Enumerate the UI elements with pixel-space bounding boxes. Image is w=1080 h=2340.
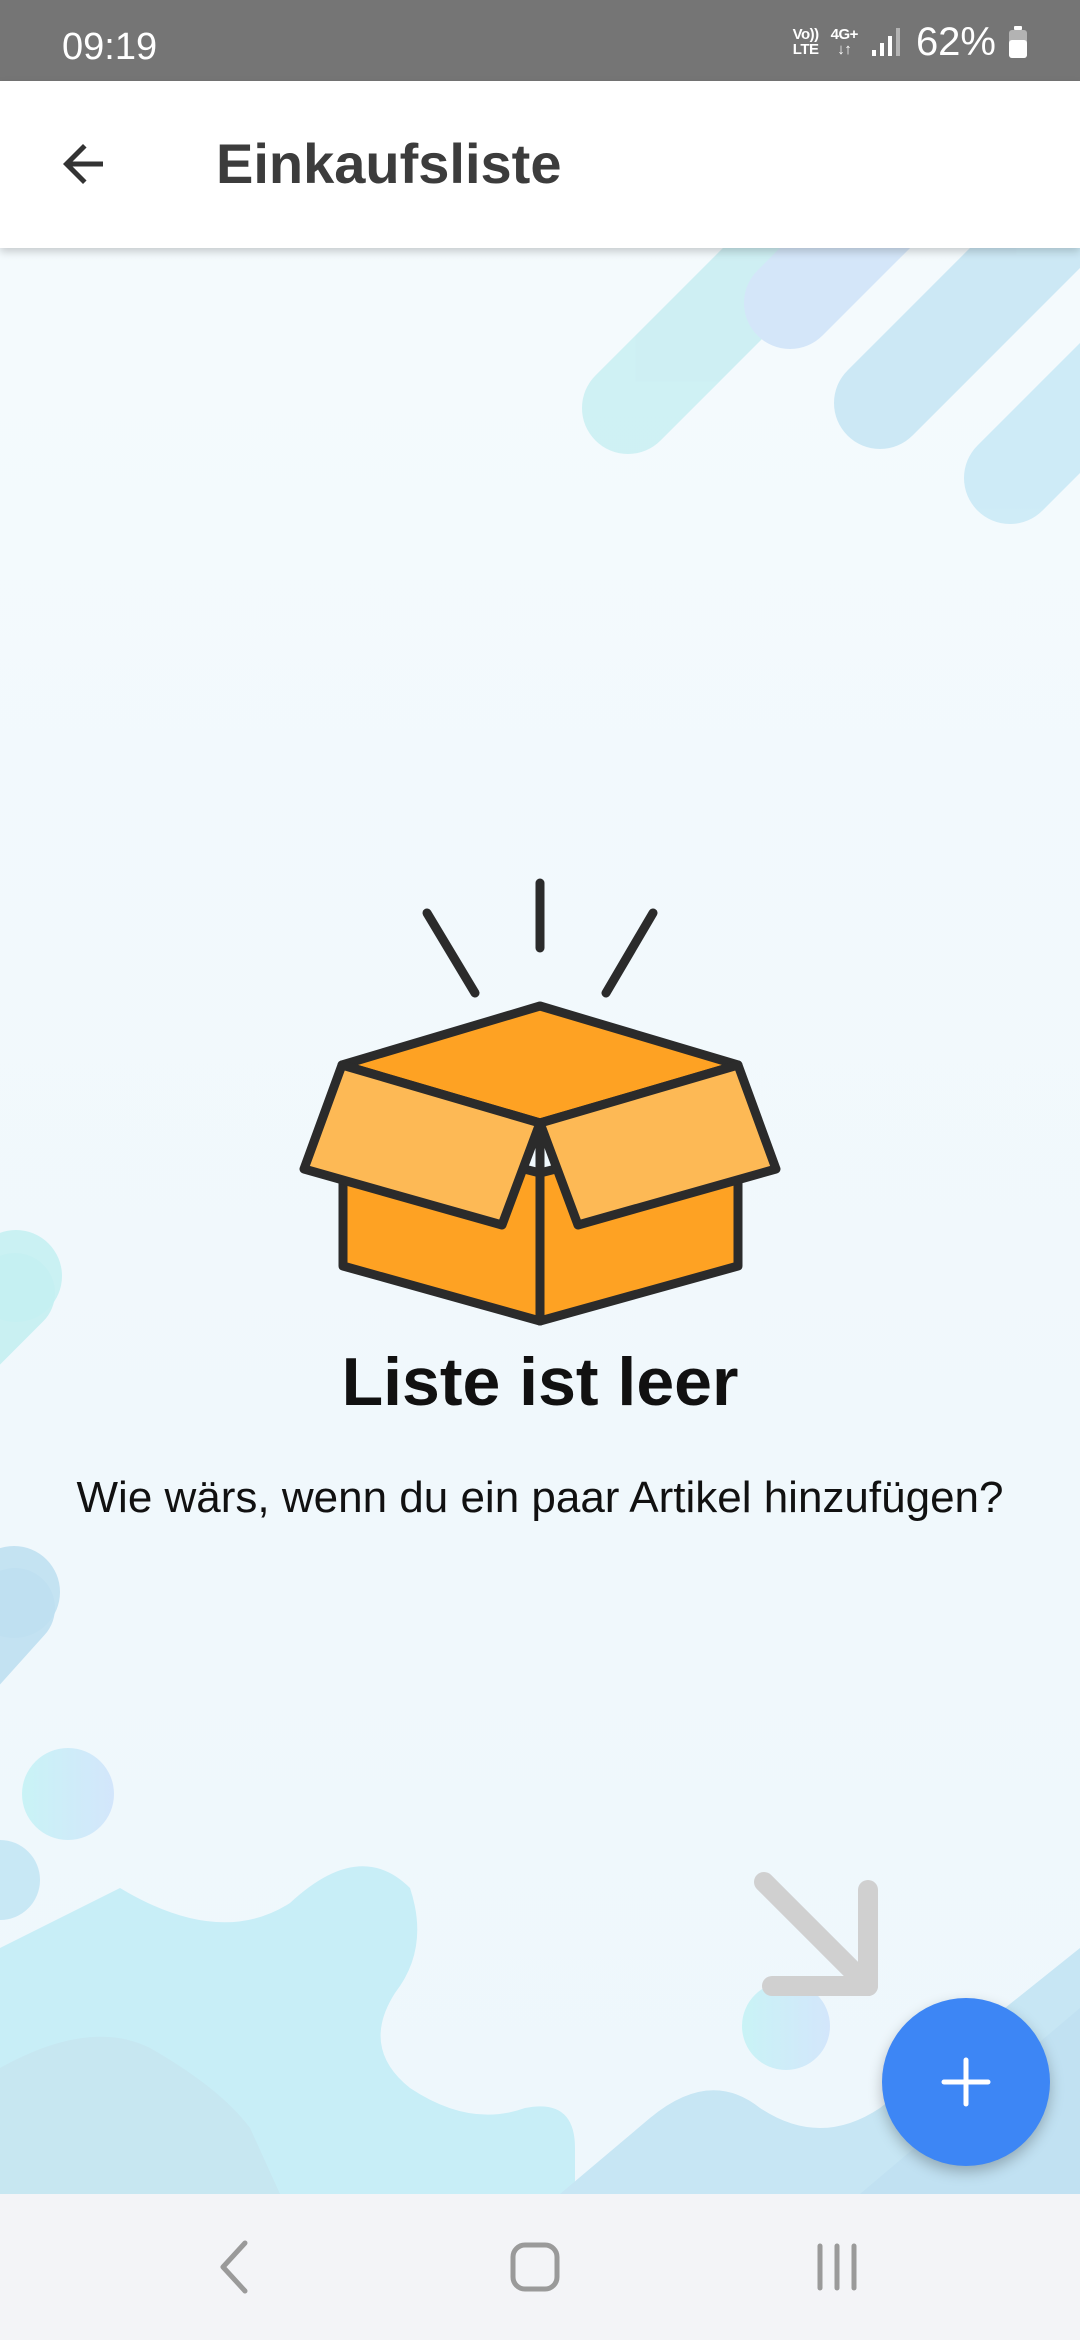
volte-line1: Vo)) (792, 26, 820, 43)
nav-home-icon (510, 2242, 560, 2292)
network-line1: 4G+ (830, 26, 859, 43)
plus-icon (941, 2057, 991, 2107)
nav-recents-icon (817, 2243, 857, 2291)
app-bar: Einkaufsliste (0, 81, 1080, 248)
content-area: Liste ist leer Wie wärs, wenn du ein paa… (0, 248, 1080, 2194)
arrow-down-right-icon (754, 1872, 878, 1996)
arrow-left-icon (63, 144, 103, 184)
volte-indicator: Vo)) LTE (792, 26, 820, 58)
nav-back-button[interactable] (195, 2237, 275, 2297)
battery-percent: 62% (915, 20, 996, 64)
status-time: 09:19 (62, 26, 158, 68)
status-bar: 09:19 Vo)) LTE 4G+ ↓↑ 62% (0, 0, 1080, 81)
battery-icon (1009, 26, 1027, 58)
nav-back-icon (220, 2240, 248, 2294)
open-box-icon (299, 878, 781, 1326)
network-line2: ↓↑ (837, 41, 852, 58)
cell-signal-icon (871, 28, 900, 56)
status-indicators: Vo)) LTE 4G+ ↓↑ 62% (793, 22, 1028, 62)
volte-line2: LTE (792, 41, 819, 58)
empty-state-title: Liste ist leer (341, 1344, 739, 1420)
nav-home-button[interactable] (495, 2237, 575, 2297)
nav-recents-button[interactable] (797, 2237, 877, 2297)
app-screen: 09:19 Vo)) LTE 4G+ ↓↑ 62% Einkaufsliste … (0, 0, 1080, 2340)
page-title: Einkaufsliste (216, 132, 562, 195)
empty-state-subtitle: Wie wärs, wenn du ein paar Artikel hinzu… (76, 1473, 1004, 1522)
system-nav-bar (0, 2194, 1080, 2340)
back-button[interactable] (38, 119, 128, 209)
add-item-button[interactable] (882, 1998, 1050, 2166)
network-indicator: 4G+ ↓↑ (830, 26, 859, 58)
